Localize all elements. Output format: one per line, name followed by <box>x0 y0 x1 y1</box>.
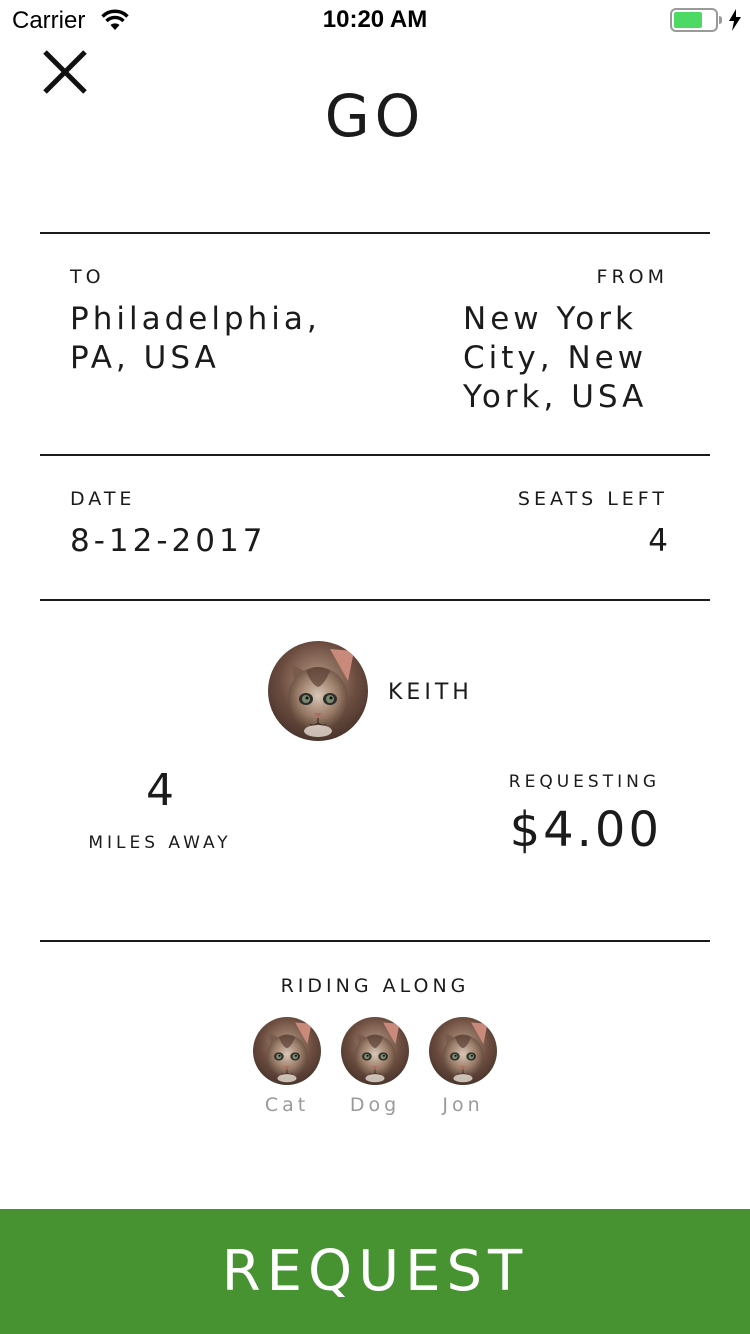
date-value: 8-12-2017 <box>70 523 267 559</box>
driver-name: KEITH <box>388 680 473 705</box>
rider-name: Dog <box>349 1094 401 1116</box>
date-label: DATE <box>70 488 136 510</box>
seats-left-label: SEATS LEFT <box>517 488 668 510</box>
rider-name: Jon <box>442 1094 484 1116</box>
divider <box>40 940 710 942</box>
from-value-line3: York, USA <box>463 379 648 415</box>
from-label: FROM <box>596 266 668 288</box>
seats-left-value: 4 <box>648 523 668 559</box>
divider <box>40 599 710 601</box>
distance-value: 4 <box>146 765 174 816</box>
distance-label: MILES AWAY <box>88 833 232 853</box>
status-bar: Carrier 10:20 AM <box>0 0 750 40</box>
charging-bolt-icon <box>728 9 742 36</box>
to-value-line2: PA, USA <box>70 340 220 376</box>
requesting-label: REQUESTING <box>508 772 660 792</box>
battery-icon <box>670 8 726 37</box>
to-label: TO <box>70 266 105 288</box>
divider <box>40 232 710 234</box>
riding-along-heading: RIDING ALONG <box>280 975 470 997</box>
status-time: 10:20 AM <box>322 6 428 33</box>
divider <box>40 454 710 456</box>
ride-detail-screen: Carrier 10:20 AM GO TO Philadelphia, PA,… <box>0 0 750 1334</box>
driver-avatar[interactable] <box>268 641 368 741</box>
from-value-line2: City, New <box>463 340 648 376</box>
requested-price: $4.00 <box>509 802 662 858</box>
page-title: GO <box>324 82 426 150</box>
request-button[interactable]: REQUEST <box>0 1209 750 1334</box>
from-value-line1: New York <box>463 301 637 337</box>
rider-avatar[interactable] <box>253 1017 321 1085</box>
rider-avatar[interactable] <box>341 1017 409 1085</box>
request-button-label: REQUEST <box>221 1239 529 1304</box>
rider-avatar[interactable] <box>429 1017 497 1085</box>
to-value-line1: Philadelphia, <box>70 301 321 337</box>
rider-name: Cat <box>264 1094 310 1116</box>
